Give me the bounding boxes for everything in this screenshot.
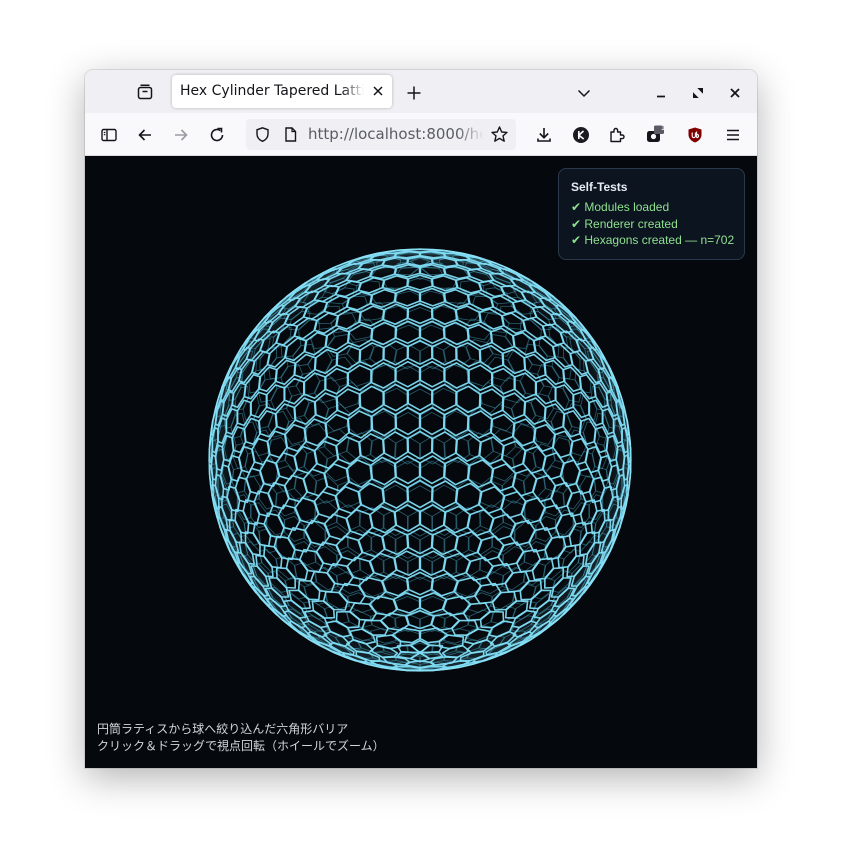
star-icon[interactable] (490, 125, 509, 144)
tab-active[interactable]: Hex Cylinder Tapered Lattice (172, 75, 392, 108)
tab-manager-button[interactable] (133, 80, 157, 104)
extensions-icon (610, 127, 625, 143)
back-button[interactable] (132, 122, 158, 148)
caption: 円筒ラティスから球へ絞り込んだ六角形バリア クリック＆ドラッグで視点回転（ホイー… (97, 721, 385, 755)
extension-badge-button[interactable]: 1 (642, 122, 668, 148)
reload-button[interactable] (204, 122, 230, 148)
downloads-button[interactable] (531, 122, 557, 148)
browser-window: Hex Cylinder Tapered Lattice http://loca… (85, 70, 757, 768)
self-tests-panel: Self-Tests ✔ Modules loaded ✔ Renderer c… (558, 168, 745, 260)
ublock-icon (688, 127, 702, 143)
account-icon (573, 127, 589, 143)
minimize-icon (657, 95, 665, 98)
self-test-item: ✔ Hexagons created — n=702 (571, 233, 735, 247)
navigation-toolbar: http://localhost:8000/hex 1 (85, 113, 757, 156)
extensions-button[interactable] (604, 122, 630, 148)
restore-button[interactable] (687, 82, 709, 104)
forward-arrow-icon (175, 129, 188, 141)
window-close-icon (730, 88, 740, 98)
page-icon[interactable] (282, 126, 299, 143)
caption-line: 円筒ラティスから球へ絞り込んだ六角形バリア (97, 722, 349, 736)
reload-icon (210, 127, 224, 142)
self-tests-title: Self-Tests (571, 180, 628, 194)
restore-icon (693, 88, 703, 98)
download-icon (537, 128, 551, 142)
url-bar[interactable]: http://localhost:8000/hex (246, 119, 516, 150)
url-text[interactable]: http://localhost:8000/hex (308, 119, 484, 150)
self-test-item: ✔ Renderer created (571, 216, 678, 231)
chevron-down-icon (577, 89, 591, 98)
sidebar-icon (101, 128, 117, 142)
back-arrow-icon (138, 129, 151, 141)
page-content: Self-Tests ✔ Modules loaded ✔ Renderer c… (85, 156, 757, 768)
tab-close-button[interactable] (370, 83, 386, 99)
minimize-button[interactable] (650, 82, 672, 104)
account-button[interactable] (568, 122, 594, 148)
extension-badge-count: 1 (660, 124, 666, 132)
sphere-rim (208, 248, 632, 672)
caption-line: クリック＆ドラッグで視点回転（ホイールでズーム） (97, 739, 385, 753)
new-tab-button[interactable] (403, 82, 425, 104)
plus-icon (407, 86, 421, 100)
close-icon (373, 86, 383, 96)
menu-icon (727, 129, 739, 141)
sidebar-button[interactable] (96, 122, 122, 148)
ublock-button[interactable] (682, 122, 708, 148)
shield-icon[interactable] (254, 126, 271, 143)
tab-title: Hex Cylinder Tapered Lattice (180, 83, 364, 99)
list-all-tabs-button[interactable] (573, 82, 595, 104)
forward-button[interactable] (168, 122, 194, 148)
app-menu-button[interactable] (720, 122, 746, 148)
window-close-button[interactable] (724, 82, 746, 104)
tab-manager-icon (137, 84, 153, 100)
tab-bar: Hex Cylinder Tapered Lattice (85, 70, 757, 113)
self-test-item: ✔ Modules loaded (571, 200, 670, 214)
